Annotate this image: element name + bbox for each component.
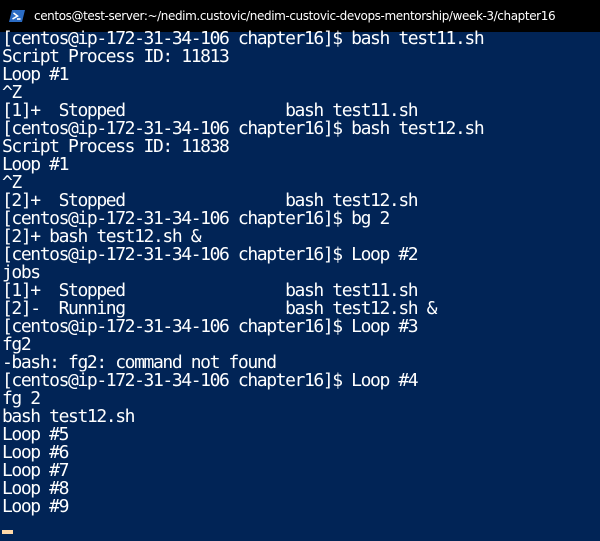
terminal-line: Loop #5 [2, 424, 69, 445]
terminal-line: [centos@ip-172-31-34-106 chapter16]$ Loo… [2, 316, 419, 337]
terminal-line: Loop #7 [2, 460, 69, 481]
terminal-line: Script Process ID: 11838 [2, 136, 230, 157]
title-bar[interactable]: centos@test-server:~/nedim.custovic/nedi… [0, 0, 600, 32]
powershell-icon [9, 10, 25, 22]
terminal-line: Loop #9 [2, 496, 69, 517]
terminal-line: Loop #1 [2, 64, 69, 85]
text-cursor [2, 530, 13, 534]
terminal-line: Loop #8 [2, 478, 69, 499]
terminal-line: Loop #1 [2, 154, 69, 175]
terminal-line: [centos@ip-172-31-34-106 chapter16]$ Loo… [2, 244, 419, 265]
terminal-line: bash test12.sh [2, 406, 136, 427]
terminal-window: centos@test-server:~/nedim.custovic/nedi… [0, 0, 600, 541]
terminal-line: Loop #6 [2, 442, 69, 463]
window-title: centos@test-server:~/nedim.custovic/nedi… [34, 9, 556, 23]
terminal-line: Script Process ID: 11813 [2, 46, 230, 67]
terminal-output[interactable]: [centos@ip-172-31-34-106 chapter16]$ bas… [2, 30, 600, 541]
terminal-line: [centos@ip-172-31-34-106 chapter16]$ Loo… [2, 370, 419, 391]
